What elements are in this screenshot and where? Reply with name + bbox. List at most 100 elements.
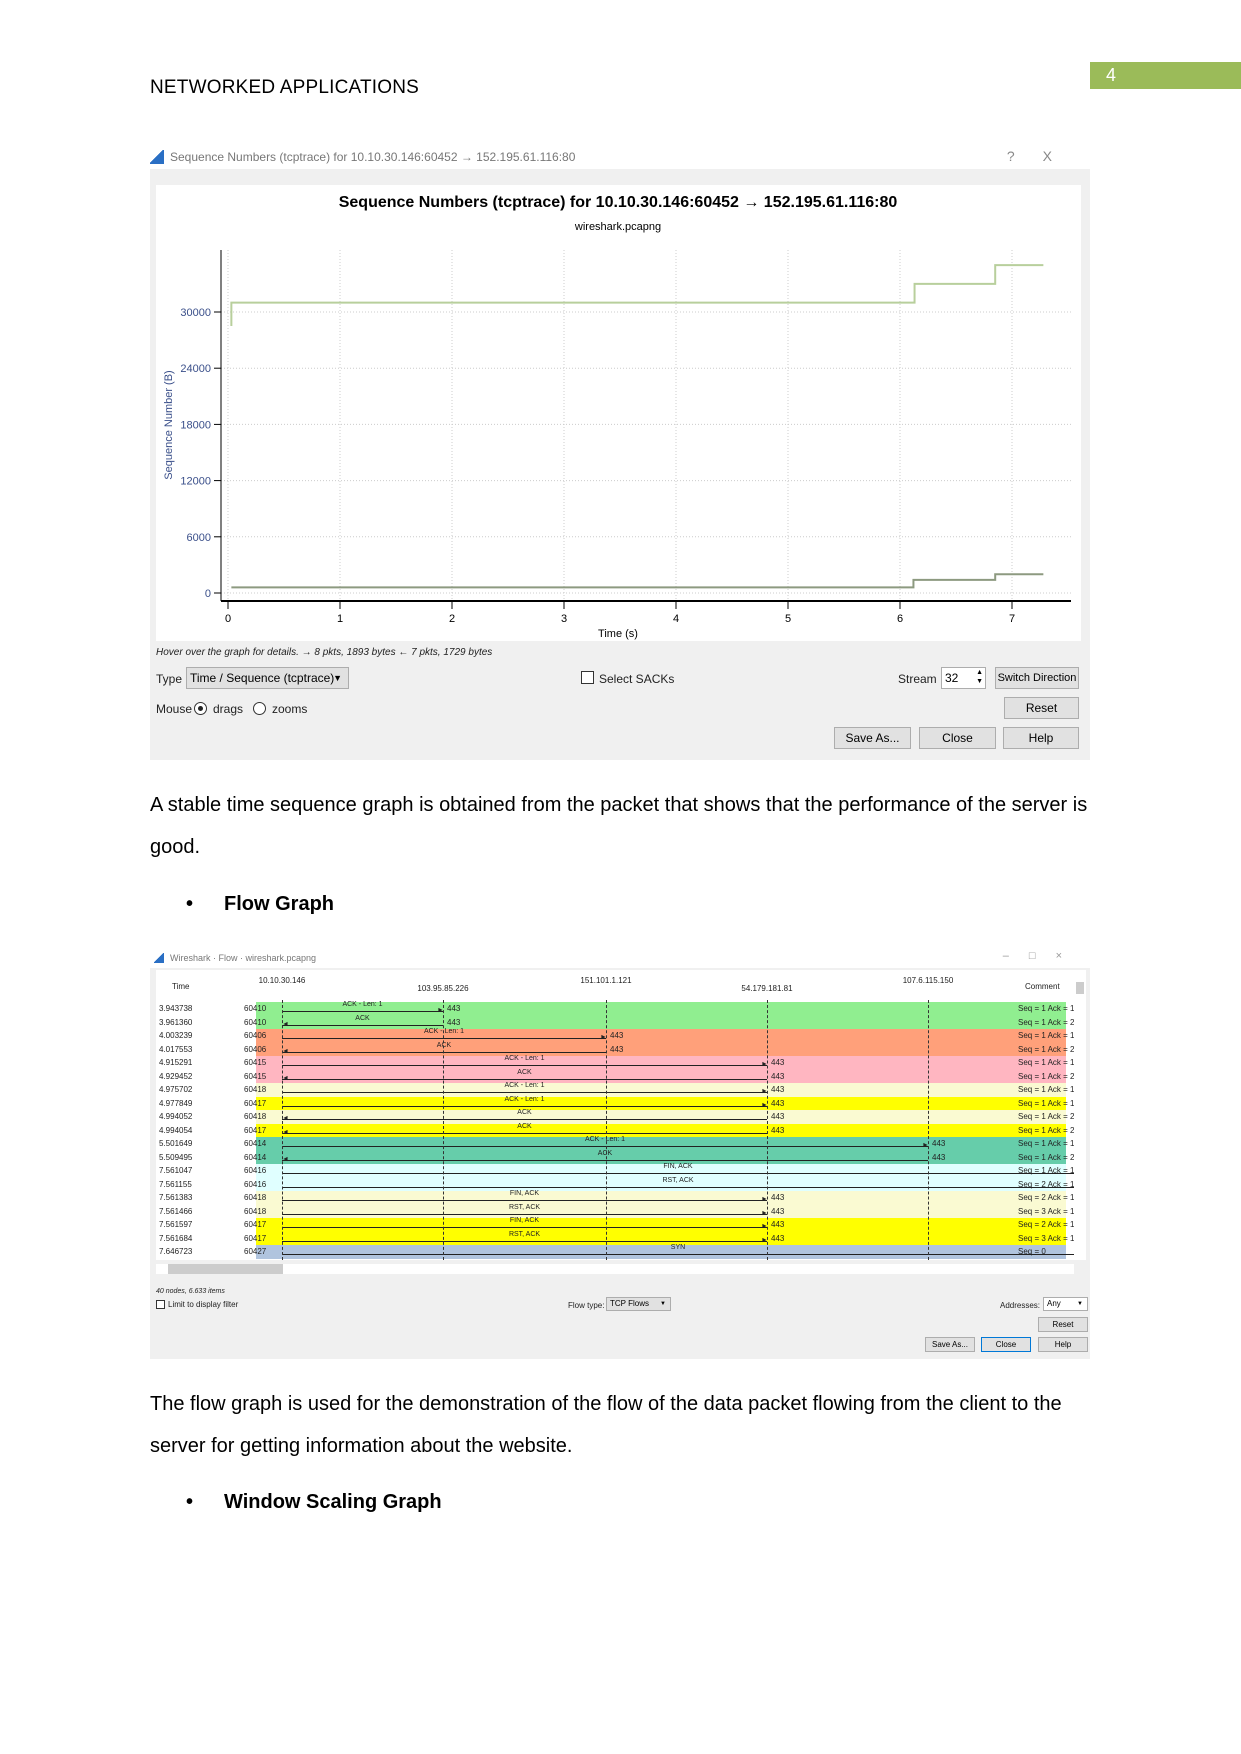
type-value: Time / Sequence (tcptrace) bbox=[190, 671, 335, 685]
arrow-line bbox=[282, 1092, 767, 1093]
spin-arrows-icon[interactable]: ▲ ▼ bbox=[976, 668, 983, 686]
addresses-value: Any bbox=[1047, 1299, 1061, 1308]
close-icon[interactable]: × bbox=[1056, 950, 1082, 962]
vertical-scrollbar[interactable] bbox=[1074, 970, 1086, 1260]
row-port: 60406 bbox=[244, 1044, 267, 1054]
bullet-text: Window Scaling Graph bbox=[224, 1491, 442, 1513]
node-lifeline bbox=[606, 1000, 607, 1260]
flow-label: ACK - Len: 1 bbox=[342, 1001, 383, 1008]
arrow-line bbox=[282, 1119, 767, 1120]
row-dport: 443 bbox=[771, 1233, 785, 1243]
type-select[interactable]: Time / Sequence (tcptrace) ▼ bbox=[186, 667, 349, 689]
row-port: 60417 bbox=[244, 1125, 267, 1135]
row-dport: 443 bbox=[771, 1112, 785, 1121]
reset-button[interactable]: Reset bbox=[1004, 697, 1079, 719]
row-comment: Seq = 1 Ack = 1 bbox=[1018, 1004, 1074, 1013]
row-comment: Seq = 1 Ack = 2 bbox=[1018, 1112, 1074, 1121]
close-button[interactable]: Close bbox=[981, 1337, 1031, 1352]
row-port: 60410 bbox=[244, 1017, 267, 1027]
flow-type-label: Flow type: bbox=[568, 1301, 605, 1310]
limit-filter-checkbox[interactable] bbox=[156, 1300, 165, 1309]
node-label: 10.10.30.146 bbox=[258, 976, 306, 985]
save-as-button[interactable]: Save As... bbox=[925, 1337, 975, 1352]
dropdown-arrow-icon: ▼ bbox=[333, 673, 342, 683]
row-dport: 443 bbox=[932, 1152, 946, 1162]
y-tick-label: 24000 bbox=[180, 363, 211, 375]
row-time: 4.017553 bbox=[159, 1044, 193, 1054]
flow-label: ACK - Len: 1 bbox=[504, 1082, 545, 1089]
title-bar: Sequence Numbers (tcptrace) for 10.10.30… bbox=[150, 145, 1090, 169]
y-tick-label: 6000 bbox=[187, 532, 211, 544]
flow-label: ACK - Len: 1 bbox=[423, 1028, 465, 1035]
row-dport: 443 bbox=[771, 1220, 785, 1229]
maximize-icon[interactable]: □ bbox=[1029, 950, 1056, 962]
arrow-head-icon: ◄ bbox=[282, 1047, 289, 1055]
wireshark-logo-icon bbox=[150, 150, 164, 164]
help-icon[interactable]: ? bbox=[1007, 148, 1043, 164]
flow-type-select[interactable]: TCP Flows ▼ bbox=[606, 1297, 671, 1311]
flow-label: RST, ACK bbox=[508, 1230, 541, 1238]
row-time: 7.561684 bbox=[159, 1233, 193, 1243]
close-button[interactable]: Close bbox=[919, 727, 996, 749]
sequence-chart[interactable]: Sequence Numbers (tcptrace) for 10.10.30… bbox=[156, 185, 1081, 641]
row-comment: Seq = 1 Ack = 2 bbox=[1018, 1017, 1074, 1027]
arrow-line bbox=[282, 1213, 767, 1215]
switch-direction-button[interactable]: Switch Direction bbox=[995, 667, 1079, 689]
status-text: Hover over the graph for details. → 8 pk… bbox=[156, 647, 493, 658]
row-comment: Seq = 0 bbox=[1018, 1247, 1046, 1256]
row-time: 4.915291 bbox=[159, 1058, 193, 1067]
bullet-flow-graph: Flow Graph bbox=[186, 893, 334, 916]
row-comment: Seq = 1 Ack = 2 bbox=[1018, 1044, 1074, 1054]
node-lifeline bbox=[282, 1000, 283, 1260]
x-tick-label: 3 bbox=[561, 613, 567, 625]
flow-label: ACK bbox=[436, 1041, 452, 1049]
flow-label: ACK bbox=[517, 1122, 532, 1130]
x-tick-label: 7 bbox=[1009, 613, 1015, 625]
arrow-line bbox=[282, 1105, 767, 1107]
node-lifeline bbox=[928, 1000, 929, 1260]
row-port: 60417 bbox=[244, 1233, 267, 1243]
flow-label: FIN, ACK bbox=[509, 1190, 540, 1197]
row-dport: 443 bbox=[771, 1098, 785, 1108]
row-port: 60417 bbox=[244, 1220, 267, 1229]
select-sacks-label: Select SACKs bbox=[599, 672, 675, 686]
addresses-select[interactable]: Any ▼ bbox=[1043, 1297, 1088, 1311]
drags-radio[interactable] bbox=[194, 702, 207, 715]
sequence-graph[interactable]: Sequence Numbers (tcptrace) for 10.10.30… bbox=[156, 185, 1081, 641]
zooms-radio[interactable] bbox=[253, 702, 266, 715]
row-time: 4.994054 bbox=[159, 1125, 193, 1135]
y-tick-label: 18000 bbox=[180, 419, 211, 431]
type-label: Type bbox=[156, 672, 183, 686]
x-axis-label: Time (s) bbox=[598, 628, 638, 640]
minimize-icon[interactable]: – bbox=[1003, 950, 1029, 962]
select-sacks-checkbox[interactable] bbox=[581, 671, 594, 684]
y-tick-label: 30000 bbox=[180, 307, 211, 319]
flow-graph[interactable]: Time Comment 10.10.30.146 103.95.85.226 15… bbox=[156, 970, 1074, 1260]
arrow-line bbox=[282, 1132, 767, 1134]
row-port: 60414 bbox=[244, 1139, 267, 1148]
horizontal-scrollbar[interactable] bbox=[156, 1264, 1074, 1274]
row-time: 7.561047 bbox=[159, 1166, 193, 1175]
row-dport: 443 bbox=[771, 1085, 785, 1094]
row-time: 7.561466 bbox=[159, 1206, 193, 1216]
page-number: 4 bbox=[1090, 62, 1241, 89]
flow-label: ACK bbox=[355, 1014, 370, 1022]
comment-header: Comment bbox=[1025, 982, 1060, 991]
drags-label: drags bbox=[213, 702, 244, 716]
help-button[interactable]: Help bbox=[1003, 727, 1079, 749]
reset-button[interactable]: Reset bbox=[1038, 1317, 1088, 1332]
row-port: 60417 bbox=[244, 1098, 267, 1108]
save-as-button[interactable]: Save As... bbox=[834, 727, 911, 749]
row-port: 60410 bbox=[244, 1004, 267, 1013]
x-tick-label: 6 bbox=[897, 613, 903, 625]
x-tick-label: 4 bbox=[673, 613, 679, 625]
help-button[interactable]: Help bbox=[1038, 1337, 1088, 1352]
y-axis-label: Sequence Number (B) bbox=[163, 370, 175, 479]
zooms-label: zooms bbox=[272, 702, 308, 716]
chart-title: Sequence Numbers (tcptrace) for 10.10.30… bbox=[339, 194, 898, 211]
page-header: NETWORKED APPLICATIONS bbox=[150, 77, 420, 98]
close-icon[interactable]: X bbox=[1043, 148, 1080, 164]
stream-spinbox[interactable]: 32 ▲ ▼ bbox=[941, 667, 986, 689]
x-tick-label: 5 bbox=[785, 613, 791, 625]
flow-status: 40 nodes, 6.633 items bbox=[156, 1288, 225, 1295]
